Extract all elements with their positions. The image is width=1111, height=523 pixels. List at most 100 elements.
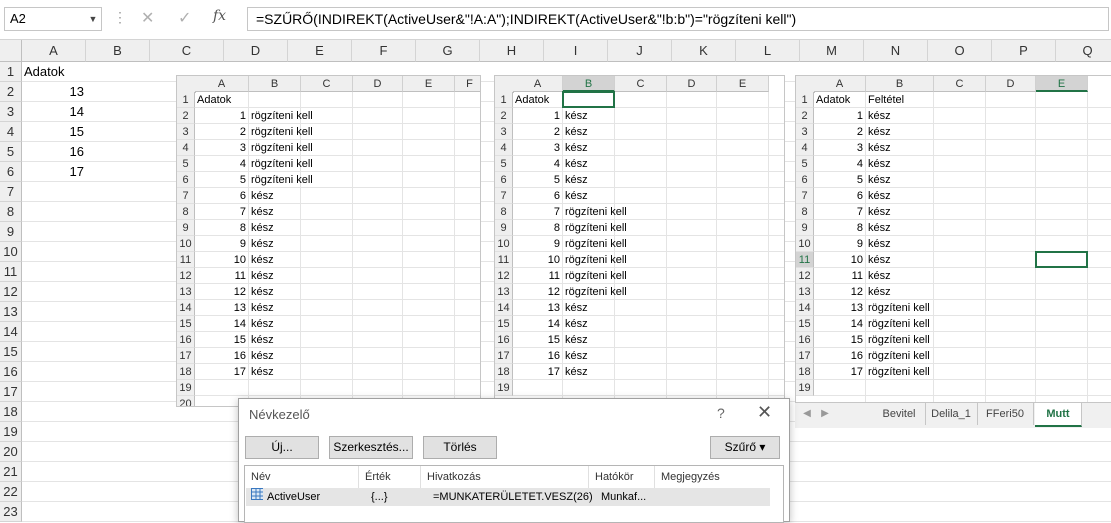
list-header-comment[interactable]: Megjegyzés xyxy=(655,466,775,488)
column-header-n[interactable]: N xyxy=(864,40,928,62)
cell-b8[interactable]: rögzíteni kell xyxy=(565,204,627,220)
cell-a9[interactable]: 8 xyxy=(513,220,560,236)
row-header-14[interactable]: 14 xyxy=(495,300,513,316)
names-list[interactable]: Név Érték Hivatkozás Hatókör Megjegyzés … xyxy=(244,465,784,523)
select-all-corner[interactable] xyxy=(796,76,815,93)
cell-a4[interactable]: 15 xyxy=(24,122,84,142)
check-icon[interactable]: ✓ xyxy=(178,8,191,28)
cell-a18[interactable]: 17 xyxy=(814,364,863,380)
row-header-8[interactable]: 8 xyxy=(796,204,814,220)
row-header-18[interactable]: 18 xyxy=(796,364,814,380)
cell-b13[interactable]: rögzíteni kell xyxy=(565,284,627,300)
x-icon[interactable]: ✕ xyxy=(141,8,154,28)
column-header-a[interactable]: A xyxy=(814,76,866,92)
row-header-4[interactable]: 4 xyxy=(495,140,513,156)
row-header-15[interactable]: 15 xyxy=(0,342,22,362)
column-header-e[interactable]: E xyxy=(403,76,455,92)
cell-a15[interactable]: 14 xyxy=(195,316,246,332)
column-header-b[interactable]: B xyxy=(86,40,150,62)
row-header-8[interactable]: 8 xyxy=(177,204,195,220)
row-header-17[interactable]: 17 xyxy=(495,348,513,364)
cell-a15[interactable]: 14 xyxy=(814,316,863,332)
cell-b16[interactable]: kész xyxy=(565,332,588,348)
cell-b18[interactable]: kész xyxy=(565,364,588,380)
row-header-4[interactable]: 4 xyxy=(796,140,814,156)
select-all-corner[interactable] xyxy=(495,76,514,93)
cell-a5[interactable]: 16 xyxy=(24,142,84,162)
list-header-reference[interactable]: Hivatkozás xyxy=(421,466,589,488)
row-header-10[interactable]: 10 xyxy=(495,236,513,252)
row-header-12[interactable]: 12 xyxy=(796,268,814,284)
row-header-16[interactable]: 16 xyxy=(0,362,22,382)
cell-b5[interactable]: rögzíteni kell xyxy=(251,156,313,172)
row-header-18[interactable]: 18 xyxy=(495,364,513,380)
row-header-15[interactable]: 15 xyxy=(495,316,513,332)
cell-a11[interactable]: 10 xyxy=(195,252,246,268)
row-header-23[interactable]: 23 xyxy=(0,502,22,522)
row-header-8[interactable]: 8 xyxy=(495,204,513,220)
cell-a8[interactable]: 7 xyxy=(195,204,246,220)
cell-b17[interactable]: kész xyxy=(251,348,274,364)
cell-a7[interactable]: 6 xyxy=(513,188,560,204)
row-header-20[interactable]: 20 xyxy=(177,396,195,406)
column-header-h[interactable]: H xyxy=(480,40,544,62)
column-header-a[interactable]: A xyxy=(513,76,563,92)
row-header-11[interactable]: 11 xyxy=(495,252,513,268)
cell-a1[interactable]: Adatok xyxy=(24,62,104,82)
cell-b4[interactable]: kész xyxy=(565,140,588,156)
cell-b6[interactable]: rögzíteni kell xyxy=(251,172,313,188)
cell-a12[interactable]: 11 xyxy=(814,268,863,284)
cell-b14[interactable]: rögzíteni kell xyxy=(868,300,930,316)
row-header-8[interactable]: 8 xyxy=(0,202,22,222)
cell-b9[interactable]: kész xyxy=(868,220,891,236)
new-button[interactable]: Új... xyxy=(245,436,319,459)
edit-button[interactable]: Szerkesztés... xyxy=(329,436,413,459)
sheet-window-3[interactable]: A B C D E 1 2 3 4 5 6 7 8 9 10 11 12 13 14 15 16 17 18 19 Adatok… xyxy=(795,75,1111,407)
cell-a7[interactable]: 6 xyxy=(195,188,246,204)
active-cell-selection[interactable] xyxy=(1035,251,1088,268)
sheet-window-2[interactable]: A B C D E 1 2 3 4 5 6 7 8 9 10 11 12 13 14 15 16 17 18 19 Adatok… xyxy=(494,75,785,407)
column-header-g[interactable]: G xyxy=(416,40,480,62)
row-header-2[interactable]: 2 xyxy=(0,82,22,102)
cell-b11[interactable]: rögzíteni kell xyxy=(565,252,627,268)
cell-a7[interactable]: 6 xyxy=(814,188,863,204)
cell-b2[interactable]: rögzíteni kell xyxy=(251,108,313,124)
cell-a12[interactable]: 11 xyxy=(195,268,246,284)
row-header-14[interactable]: 14 xyxy=(0,322,22,342)
cell-b5[interactable]: kész xyxy=(868,156,891,172)
row-header-13[interactable]: 13 xyxy=(495,284,513,300)
cell-b10[interactable]: kész xyxy=(251,236,274,252)
cell-a6[interactable]: 5 xyxy=(513,172,560,188)
cell-a17[interactable]: 16 xyxy=(814,348,863,364)
row-header-4[interactable]: 4 xyxy=(0,122,22,142)
cell-b2[interactable]: kész xyxy=(565,108,588,124)
row-header-11[interactable]: 11 xyxy=(796,252,814,268)
row-header-14[interactable]: 14 xyxy=(177,300,195,316)
cell-a3[interactable]: 2 xyxy=(513,124,560,140)
cell-a5[interactable]: 4 xyxy=(814,156,863,172)
cell-a18[interactable]: 17 xyxy=(513,364,560,380)
cell-b3[interactable]: kész xyxy=(868,124,891,140)
row-header-21[interactable]: 21 xyxy=(0,462,22,482)
cell-a8[interactable]: 7 xyxy=(513,204,560,220)
row-header-10[interactable]: 10 xyxy=(177,236,195,252)
row-header-5[interactable]: 5 xyxy=(796,156,814,172)
row-header-13[interactable]: 13 xyxy=(796,284,814,300)
column-header-b[interactable]: B xyxy=(563,76,615,92)
column-header-q[interactable]: Q xyxy=(1056,40,1111,62)
cell-b9[interactable]: rögzíteni kell xyxy=(565,220,627,236)
cell-a9[interactable]: 8 xyxy=(814,220,863,236)
list-header-scope[interactable]: Hatókör xyxy=(589,466,655,488)
row-header-20[interactable]: 20 xyxy=(0,442,22,462)
row-header-19[interactable]: 19 xyxy=(495,380,513,396)
cell-a10[interactable]: 9 xyxy=(195,236,246,252)
cell-b7[interactable]: kész xyxy=(565,188,588,204)
row-header-19[interactable]: 19 xyxy=(796,380,814,396)
row-header-12[interactable]: 12 xyxy=(177,268,195,284)
cell-a17[interactable]: 16 xyxy=(513,348,560,364)
column-header-c[interactable]: C xyxy=(150,40,224,62)
cell-a13[interactable]: 12 xyxy=(814,284,863,300)
row-header-13[interactable]: 13 xyxy=(177,284,195,300)
tab-fferi[interactable]: FFeri50 xyxy=(977,403,1034,425)
cell-b18[interactable]: rögzíteni kell xyxy=(868,364,930,380)
